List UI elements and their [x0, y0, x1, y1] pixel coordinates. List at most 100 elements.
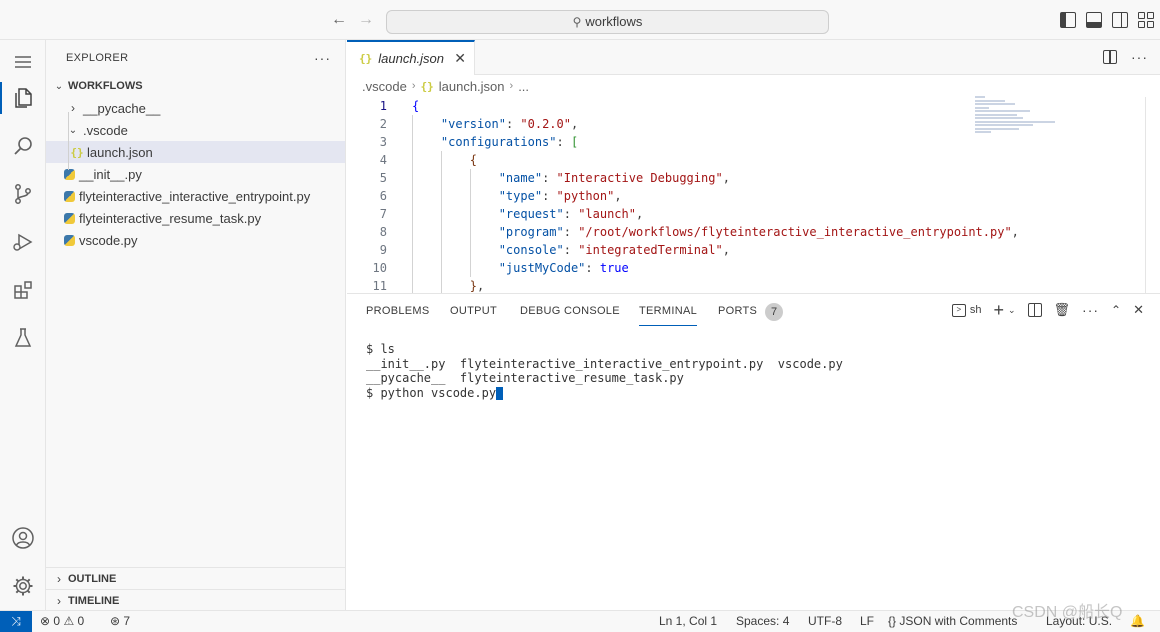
explorer-header: EXPLORER ···: [46, 40, 345, 75]
line-number: 9: [379, 243, 387, 257]
panel-tabs: PROBLEMS OUTPUT DEBUG CONSOLE TERMINAL P…: [347, 294, 1160, 328]
outline-section[interactable]: › OUTLINE: [46, 567, 346, 590]
remote-indicator-icon[interactable]: ⤨: [0, 611, 32, 632]
code-line: 5 "name": "Interactive Debugging",: [347, 169, 1160, 187]
layout-controls: [1060, 12, 1154, 28]
back-arrow-icon[interactable]: ←: [329, 10, 349, 30]
search-icon: ⚲: [572, 15, 582, 29]
tree-item-pycache[interactable]: › __pycache__: [46, 97, 345, 119]
accounts-icon[interactable]: [0, 516, 46, 560]
indent-guide: [68, 112, 69, 170]
encoding-status[interactable]: UTF-8: [808, 614, 842, 628]
tree-item-label: __pycache__: [83, 100, 161, 116]
title-bar: ← → ⚲ workflows: [0, 0, 1160, 40]
tab-debug-console[interactable]: DEBUG CONSOLE: [520, 305, 620, 317]
explorer-files-icon[interactable]: [0, 76, 46, 120]
status-bar: ⤨ ⊗ 0 ⚠ 0 ⊛ 7 Ln 1, Col 1 Spaces: 4 UTF-…: [0, 610, 1160, 632]
braces-icon: {}: [888, 614, 897, 628]
split-editor-icon[interactable]: [1103, 50, 1117, 64]
split-terminal-icon[interactable]: [1027, 303, 1042, 317]
code-text: "name": "Interactive Debugging",: [498, 171, 730, 185]
forward-arrow-icon[interactable]: →: [356, 10, 376, 30]
more-actions-icon[interactable]: ···: [1082, 302, 1099, 318]
tree-item-vscode-folder[interactable]: ⌄ .vscode: [46, 119, 345, 141]
tab-launch-json[interactable]: {} launch.json ✕: [347, 40, 475, 75]
python-file-icon: [60, 168, 78, 180]
tab-output[interactable]: OUTPUT: [450, 305, 497, 317]
code-text: {: [412, 99, 420, 113]
tree-item-entrypoint-py[interactable]: flyteinteractive_interactive_entrypoint.…: [46, 185, 345, 207]
breadcrumb-item[interactable]: launch.json: [439, 79, 505, 94]
breadcrumb-item[interactable]: .vscode: [362, 79, 407, 94]
terminal-output[interactable]: $ ls __init__.py flyteinteractive_interac…: [366, 342, 843, 400]
toggle-panel-icon[interactable]: [1086, 12, 1102, 28]
maximize-panel-chevron-up-icon[interactable]: ⌃: [1111, 303, 1121, 317]
outline-header[interactable]: › OUTLINE: [46, 568, 346, 590]
error-icon: ⊗: [40, 614, 51, 628]
toggle-primary-sidebar-icon[interactable]: [1060, 12, 1076, 28]
code-text: "program": "/root/workflows/flyteinterac…: [498, 225, 1019, 239]
code-text: "console": "integratedTerminal",: [498, 243, 730, 257]
shell-label: sh: [969, 304, 982, 316]
json-file-icon: {}: [359, 52, 373, 65]
eol-status[interactable]: LF: [860, 614, 874, 628]
tree-item-init-py[interactable]: __init__.py: [46, 163, 345, 185]
tree-item-label: .vscode: [83, 122, 128, 138]
new-terminal-plus-icon[interactable]: +: [993, 301, 1004, 319]
editor-scrollbar[interactable]: [1145, 97, 1146, 293]
source-control-icon[interactable]: [0, 172, 46, 216]
extensions-icon[interactable]: [0, 268, 46, 312]
tab-ports[interactable]: PORTS: [718, 305, 757, 317]
tree-item-resume-task-py[interactable]: flyteinteractive_resume_task.py: [46, 207, 345, 229]
code-text: "justMyCode": true: [498, 261, 629, 275]
settings-gear-icon[interactable]: [0, 564, 46, 608]
explorer-sidebar: EXPLORER ··· ⌄ WORKFLOWS › __pycache__ ⌄…: [46, 40, 346, 610]
workflows-folder-header[interactable]: ⌄ WORKFLOWS: [46, 75, 345, 97]
terminal-line: __init__.py flyteinteractive_interactive…: [366, 356, 843, 371]
panel-actions: > sh + ⌄ 🗑 ··· ⌃ ✕: [951, 301, 1144, 319]
terminal-shell-selector[interactable]: > sh: [951, 303, 982, 317]
testing-flask-icon[interactable]: [0, 316, 46, 360]
chevron-down-icon[interactable]: ⌄: [1008, 305, 1016, 316]
tab-terminal[interactable]: TERMINAL: [639, 305, 698, 326]
close-panel-icon[interactable]: ✕: [1133, 302, 1144, 318]
timeline-header[interactable]: › TIMELINE: [46, 590, 346, 612]
code-text: {: [469, 153, 478, 167]
toggle-secondary-sidebar-icon[interactable]: [1112, 12, 1128, 28]
timeline-label: TIMELINE: [68, 595, 120, 607]
code-line: 10 "justMyCode": true: [347, 259, 1160, 277]
ports-status[interactable]: ⊛ 7: [110, 614, 130, 628]
command-center-label: workflows: [585, 14, 643, 29]
terminal-line: __pycache__ flyteinteractive_resume_task…: [366, 371, 684, 385]
tree-item-launch-json[interactable]: {} launch.json: [46, 141, 345, 163]
notifications-bell-icon[interactable]: 🔔: [1130, 614, 1145, 628]
chevron-down-icon: ⌄: [68, 124, 78, 136]
cursor-position[interactable]: Ln 1, Col 1: [659, 614, 717, 628]
editor-area: {} launch.json ✕ ··· .vscode › {} launch…: [347, 40, 1160, 295]
chevron-right-icon: ›: [57, 572, 61, 586]
line-number: 6: [379, 189, 387, 203]
python-file-icon: [60, 212, 78, 224]
more-actions-icon[interactable]: ···: [314, 50, 331, 66]
command-center-search[interactable]: ⚲ workflows: [386, 10, 829, 34]
tree-item-label: __init__.py: [79, 166, 142, 182]
breadcrumb-item[interactable]: ...: [518, 79, 529, 94]
indentation-status[interactable]: Spaces: 4: [736, 614, 789, 628]
tab-label: launch.json: [378, 51, 445, 66]
line-number: 7: [379, 207, 387, 221]
problems-status[interactable]: ⊗ 0 ⚠ 0: [40, 614, 84, 628]
customize-layout-icon[interactable]: [1138, 12, 1154, 28]
chevron-right-icon: ›: [411, 80, 416, 92]
outline-label: OUTLINE: [68, 573, 117, 585]
search-icon[interactable]: [0, 124, 46, 168]
run-and-debug-icon[interactable]: [0, 220, 46, 264]
json-file-icon: {}: [420, 79, 434, 93]
tree-item-vscode-py[interactable]: vscode.py: [46, 229, 345, 251]
minimap[interactable]: [975, 96, 1065, 141]
trash-icon[interactable]: 🗑: [1054, 302, 1071, 318]
language-mode[interactable]: {} JSON with Comments: [888, 614, 1017, 628]
close-icon[interactable]: ✕: [454, 50, 466, 67]
timeline-section[interactable]: › TIMELINE: [46, 589, 346, 612]
tab-problems[interactable]: PROBLEMS: [366, 305, 430, 317]
more-actions-icon[interactable]: ···: [1131, 49, 1148, 65]
